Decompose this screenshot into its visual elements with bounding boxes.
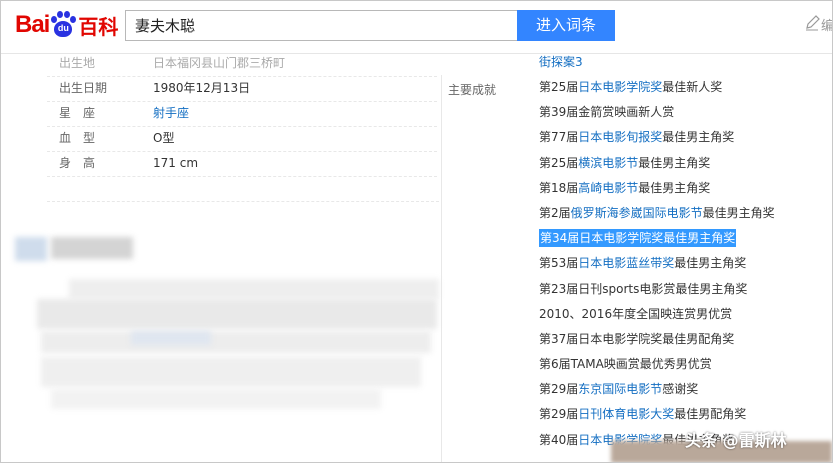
panel-border: [441, 75, 442, 462]
watermark-text: 头条 @雷斯林: [685, 431, 787, 450]
blurred-block: [69, 279, 439, 299]
paw-icon: du: [50, 11, 77, 39]
info-row-birthdate: 出生日期 1980年12月13日: [47, 76, 437, 102]
sign-value-link[interactable]: 射手座: [153, 101, 189, 126]
achievement-link[interactable]: 日本电影学院奖: [578, 80, 662, 94]
enter-entry-button[interactable]: 进入词条: [517, 10, 615, 41]
blurred-block: [51, 237, 133, 259]
achievement-item: 第2届俄罗斯海参崴国际电影节最佳男主角奖: [539, 205, 775, 220]
blood-label: 血 型: [59, 131, 96, 145]
achievement-item: 第6届TAMA映画赏最优秀男优赏: [539, 357, 712, 372]
achievement-item: 第39届金箭赏映画新人赏: [539, 105, 675, 120]
blurred-block: [131, 331, 211, 345]
achievement-item: 第29届日刊体育电影大奖最佳男配角奖: [539, 407, 747, 422]
pencil-icon[interactable]: [804, 14, 820, 32]
achievement-item: 2010、2016年度全国映连赏男优赏: [539, 306, 733, 321]
blood-value: O型: [153, 131, 175, 145]
achievements-label: 主要成就: [448, 83, 497, 97]
blurred-block: [15, 237, 47, 261]
page-frame: Bai du 百科 妻夫木聪 进入词条 编 出生地 日本福冈县山门郡三桥町 出生…: [0, 0, 833, 463]
achievement-link[interactable]: 日刊体育电影大奖: [578, 407, 674, 421]
blurred-block: [51, 389, 381, 409]
blurred-block: [41, 357, 421, 387]
achievement-item: 第23届日刊sports电影赏最佳男主角奖: [539, 281, 748, 296]
birthplace-value: 日本福冈县山门郡三桥町: [153, 56, 286, 70]
top-link[interactable]: 街探案3: [539, 53, 583, 70]
selected-text[interactable]: 第34届日本电影学院奖最佳男主角奖: [539, 229, 737, 248]
birthdate-label: 出生日期: [59, 81, 108, 95]
achievement-item: 第25届日本电影学院奖最佳新人奖: [539, 80, 723, 94]
header-bar: Bai du 百科 妻夫木聪 进入词条 编: [1, 1, 832, 54]
achievement-item: 第37届日本电影学院奖最佳男配角奖: [539, 331, 735, 346]
achievement-item: 第25届横滨电影节最佳男主角奖: [539, 155, 711, 170]
height-value: 171 cm: [153, 156, 199, 170]
blurred-block: [37, 299, 437, 329]
logo-baike-text: 百科: [78, 14, 119, 39]
achievement-link[interactable]: 高崎电影节: [578, 181, 638, 195]
info-row-height: 身 高 171 cm: [47, 151, 437, 177]
logo-du-text: du: [57, 23, 69, 33]
height-label: 身 高: [59, 156, 96, 170]
achievement-item-selected: 第34届日本电影学院奖最佳男主角奖: [539, 226, 832, 251]
info-row-sign: 星 座 射手座: [47, 101, 437, 127]
info-row-blood: 血 型 O型: [47, 126, 437, 152]
achievement-link[interactable]: 日本电影蓝丝带奖: [578, 256, 674, 270]
achievement-item: 第77届日本电影旬报奖最佳男主角奖: [539, 130, 735, 145]
achievement-link[interactable]: 俄罗斯海参崴国际电影节: [571, 206, 703, 220]
achievement-link[interactable]: 东京国际电影节: [578, 382, 662, 396]
baidu-baike-logo[interactable]: Bai du 百科: [15, 9, 118, 41]
sign-label: 星 座: [59, 106, 96, 120]
blurred-block: [41, 331, 431, 353]
achievement-item: 第18届高崎电影节最佳男主角奖: [539, 180, 711, 195]
search-input[interactable]: 妻夫木聪: [125, 10, 517, 41]
achievements-list: 第25届日本电影学院奖最佳新人奖 第39届金箭赏映画新人赏 第77届日本电影旬报…: [539, 75, 832, 453]
achievement-item: 第53届日本电影蓝丝带奖最佳男主角奖: [539, 256, 747, 271]
achievement-link[interactable]: 日本电影旬报奖: [578, 130, 662, 144]
achievement-item: 第29届东京国际电影节感谢奖: [539, 382, 699, 397]
birthplace-label: 出生地: [59, 56, 96, 70]
info-row-birthplace: 出生地 日本福冈县山门郡三桥町: [47, 51, 437, 77]
logo-bai-text: Bai: [15, 11, 50, 38]
achievement-link[interactable]: 横滨电影节: [578, 156, 638, 170]
birthdate-value: 1980年12月13日: [153, 81, 251, 95]
edit-label[interactable]: 编: [821, 15, 832, 34]
divider: [47, 201, 439, 202]
